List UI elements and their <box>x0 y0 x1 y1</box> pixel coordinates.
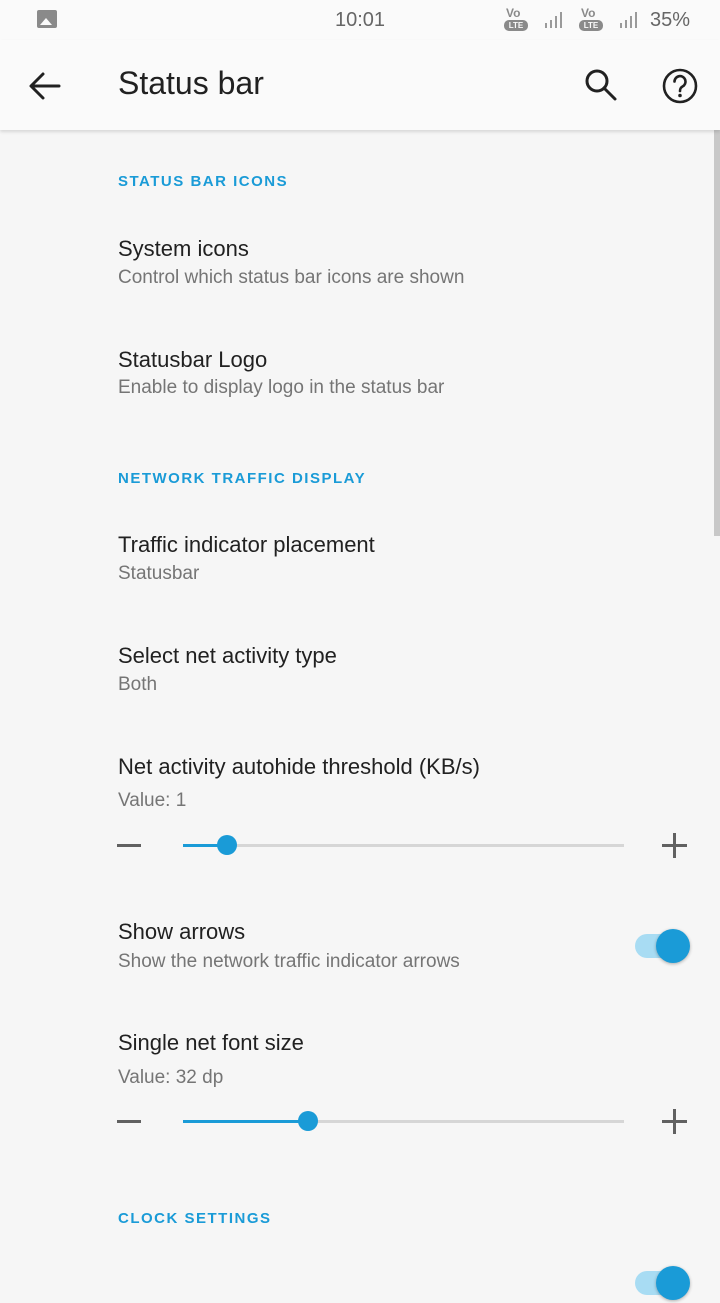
pref-statusbar-logo[interactable]: Statusbar Logo Enable to display logo in… <box>0 326 720 426</box>
preferences-list: STATUS BAR ICONS System icons Control wh… <box>0 130 720 1300</box>
font-size-slider <box>0 1101 720 1141</box>
partial-switch[interactable] <box>635 1263 695 1303</box>
pref-summary: Both <box>118 674 158 695</box>
autohide-threshold-slider <box>0 825 720 865</box>
help-circle-icon[interactable] <box>660 66 700 106</box>
pref-show-arrows[interactable]: Show arrows Show the network traffic ind… <box>0 902 720 1002</box>
section-header-status-bar-icons: STATUS BAR ICONS <box>118 173 289 190</box>
page-title: Status bar <box>118 65 264 101</box>
system-status-bar: 10:01 Vo LTE Vo LTE 35% <box>0 0 720 40</box>
pref-title: System icons <box>118 236 249 261</box>
battery-percentage: 35% <box>649 9 690 31</box>
pref-title: Show arrows <box>118 919 246 944</box>
app-bar: Status bar <box>0 40 720 130</box>
pref-summary: Show the network traffic indicator arrow… <box>118 951 460 972</box>
pref-summary: Value: 32 dp <box>118 1067 224 1088</box>
volte-icon: Vo LTE <box>504 6 528 32</box>
slider-thumb[interactable] <box>298 1111 319 1131</box>
pref-title: Select net activity type <box>118 643 337 668</box>
pref-single-net-font-size: Single net font size Value: 32 dp <box>0 1014 720 1154</box>
arrow-left-icon[interactable] <box>26 67 64 105</box>
pref-traffic-indicator-placement[interactable]: Traffic indicator placement Statusbar <box>0 514 720 614</box>
pref-summary: Enable to display logo in the status bar <box>118 377 445 398</box>
pref-title: Traffic indicator placement <box>118 532 375 557</box>
search-icon[interactable] <box>582 66 620 104</box>
pref-net-activity-type[interactable]: Select net activity type Both <box>0 626 720 726</box>
slider-thumb[interactable] <box>217 835 238 855</box>
pref-autohide-threshold: Net activity autohide threshold (KB/s) V… <box>0 738 720 878</box>
pref-title: Statusbar Logo <box>118 347 268 372</box>
pref-title: Net activity autohide threshold (KB/s) <box>118 754 480 779</box>
section-header-clock-settings: CLOCK SETTINGS <box>118 1210 272 1227</box>
slider-fill <box>183 1120 309 1123</box>
minus-icon[interactable] <box>117 844 141 847</box>
section-header-network-traffic-display: NETWORK TRAFFIC DISPLAY <box>118 470 367 487</box>
pref-title: Single net font size <box>118 1030 304 1055</box>
pref-summary: Control which status bar icons are shown <box>118 267 465 288</box>
pref-summary: Statusbar <box>118 563 200 584</box>
minus-icon[interactable] <box>117 1120 141 1123</box>
pref-summary: Value: 1 <box>118 790 187 811</box>
slider-track[interactable] <box>183 844 624 847</box>
signal-icon <box>545 12 562 28</box>
status-time: 10:01 <box>334 9 386 31</box>
volte-icon: Vo LTE <box>579 6 603 32</box>
signal-icon <box>620 12 637 28</box>
pref-system-icons[interactable]: System icons Control which status bar ic… <box>0 216 720 316</box>
show-arrows-switch[interactable] <box>635 926 695 966</box>
